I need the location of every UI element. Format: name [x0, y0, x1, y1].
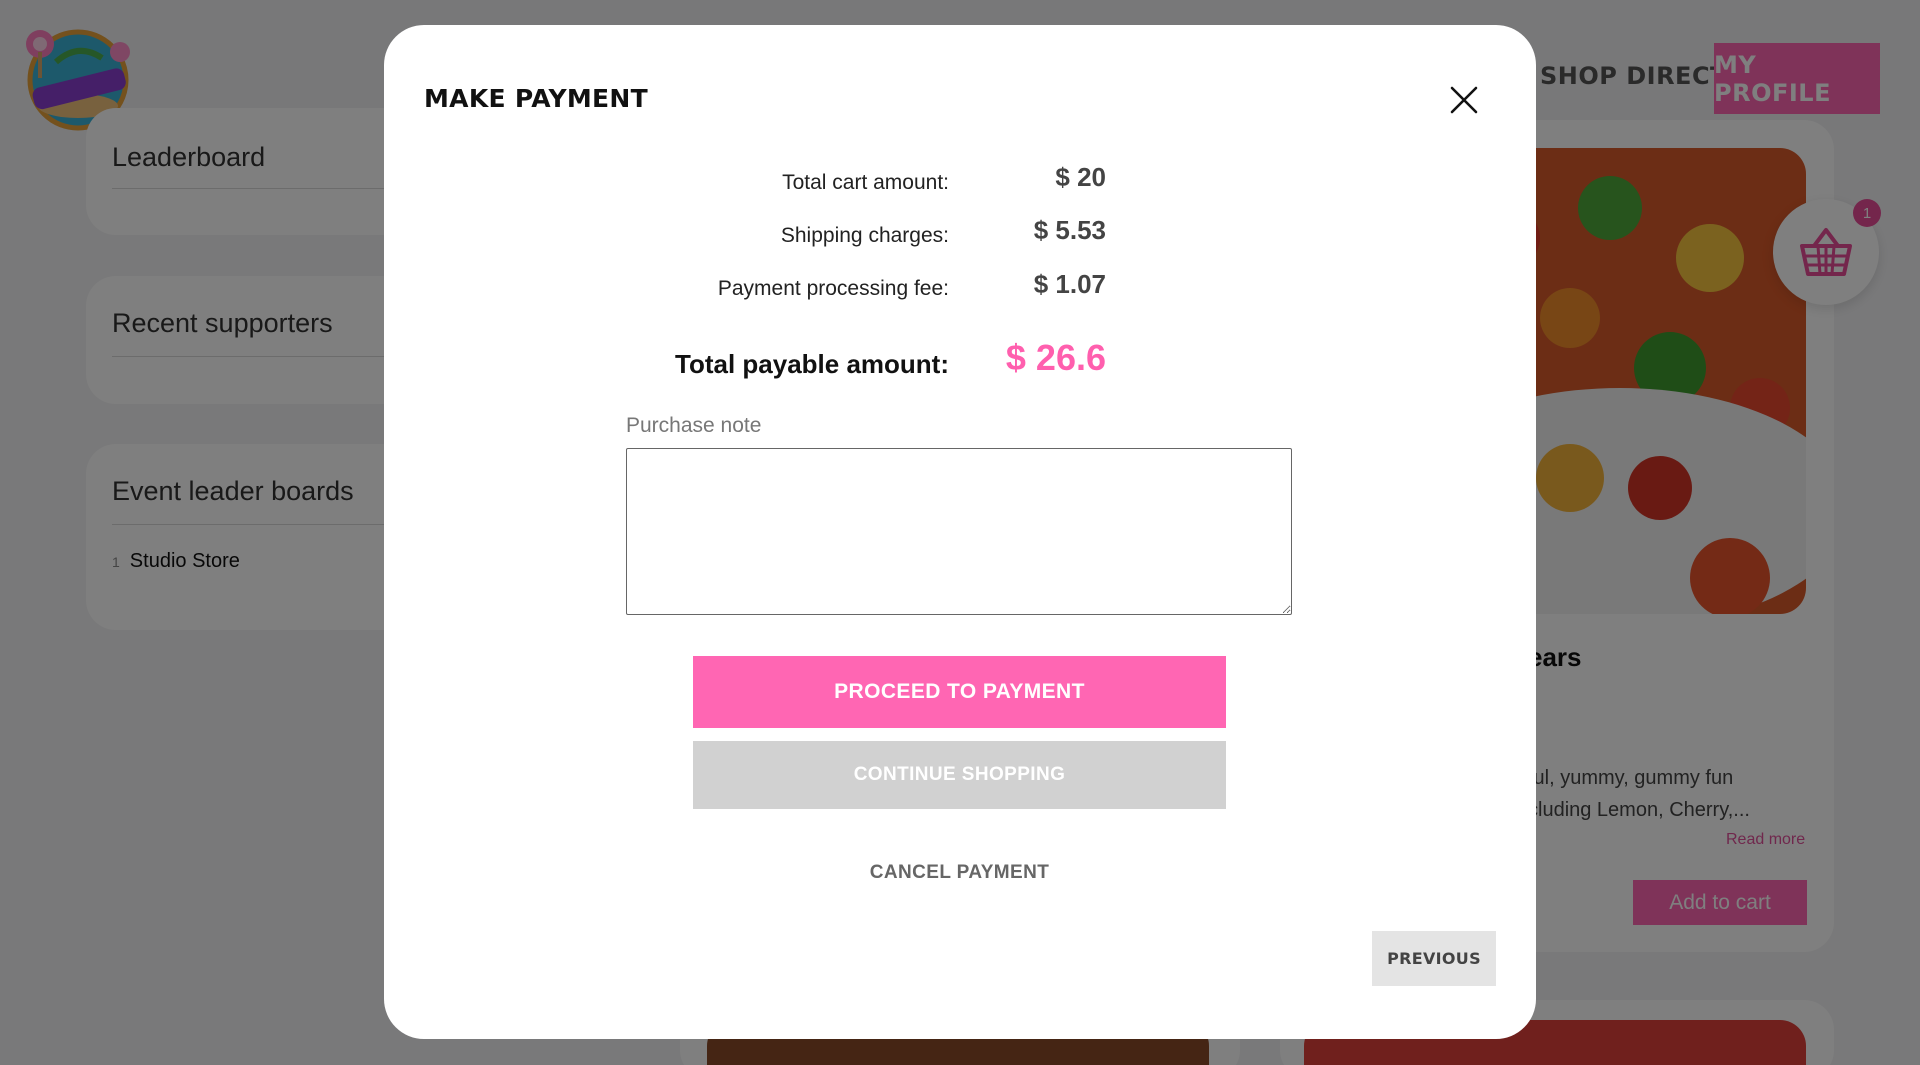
total-payable-label: Total payable amount: [675, 349, 949, 379]
processing-fee-label: Payment processing fee: [717, 277, 949, 300]
modal-title: MAKE PAYMENT [424, 84, 648, 113]
total-payable-value: $ 26.6 [1005, 337, 1106, 378]
shipping-charges-value: $ 5.53 [1033, 215, 1106, 245]
close-icon [1450, 86, 1478, 114]
shipping-charges-label: Shipping charges: [780, 224, 949, 247]
purchase-note-label: Purchase note [626, 414, 762, 437]
cart-amount-value: $ 20 [1055, 162, 1106, 192]
cancel-payment-button[interactable]: CANCEL PAYMENT [693, 855, 1226, 891]
purchase-note-input[interactable] [626, 448, 1292, 615]
cart-amount-label: Total cart amount: [782, 171, 949, 194]
previous-button[interactable]: PREVIOUS [1372, 931, 1496, 986]
processing-fee-value: $ 1.07 [1033, 269, 1106, 299]
make-payment-modal: MAKE PAYMENT Total cart amount: $ 20 Shi… [384, 25, 1536, 1039]
continue-shopping-button[interactable]: CONTINUE SHOPPING [693, 741, 1226, 809]
proceed-to-payment-button[interactable]: PROCEED TO PAYMENT [693, 656, 1226, 728]
close-button[interactable] [1444, 80, 1484, 120]
